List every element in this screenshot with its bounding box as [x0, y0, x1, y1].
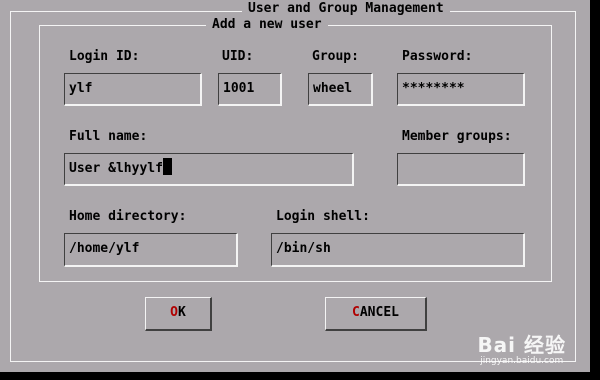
ok-button[interactable]: OK: [145, 297, 212, 331]
password-value: ********: [402, 81, 465, 96]
login-shell-label: Login shell:: [276, 209, 370, 224]
text-cursor: [162, 158, 172, 175]
watermark-logo: Bai 经验: [477, 333, 566, 357]
ok-label: K: [178, 305, 186, 320]
home-directory-label: Home directory:: [69, 209, 187, 224]
ok-hotkey: O: [170, 305, 178, 320]
uid-value: 1001: [223, 81, 255, 96]
baidu-watermark: Bai 经验 jingyan.baidu.com: [477, 334, 566, 366]
uid-field[interactable]: 1001: [218, 73, 282, 106]
member-groups-field[interactable]: [397, 153, 525, 186]
home-directory-value: /home/ylf: [69, 241, 140, 256]
home-directory-field[interactable]: /home/ylf: [64, 233, 238, 267]
cancel-hotkey: C: [352, 305, 360, 320]
watermark-url: jingyan.baidu.com: [480, 356, 564, 366]
window-title: User and Group Management: [242, 2, 450, 16]
password-field[interactable]: ********: [397, 73, 525, 106]
full-name-value: User &lhyylf: [69, 161, 163, 176]
group-field[interactable]: wheel: [308, 73, 373, 106]
section-title: Add a new user: [206, 18, 328, 32]
uid-label: UID:: [222, 49, 254, 64]
login-shell-field[interactable]: /bin/sh: [271, 233, 525, 267]
member-groups-label: Member groups:: [402, 129, 512, 144]
login-id-value: ylf: [69, 81, 93, 96]
login-id-field[interactable]: ylf: [64, 73, 202, 106]
full-name-label: Full name:: [69, 129, 148, 144]
group-label: Group:: [312, 49, 359, 64]
login-id-label: Login ID:: [69, 49, 140, 64]
password-label: Password:: [402, 49, 473, 64]
cancel-button[interactable]: CANCEL: [325, 297, 427, 331]
group-value: wheel: [313, 81, 353, 96]
cancel-label: ANCEL: [359, 305, 399, 320]
user-group-dialog: User and Group Management Add a new user…: [0, 0, 590, 372]
login-shell-value: /bin/sh: [276, 241, 331, 256]
full-name-field[interactable]: User &lhyylf: [64, 153, 354, 186]
